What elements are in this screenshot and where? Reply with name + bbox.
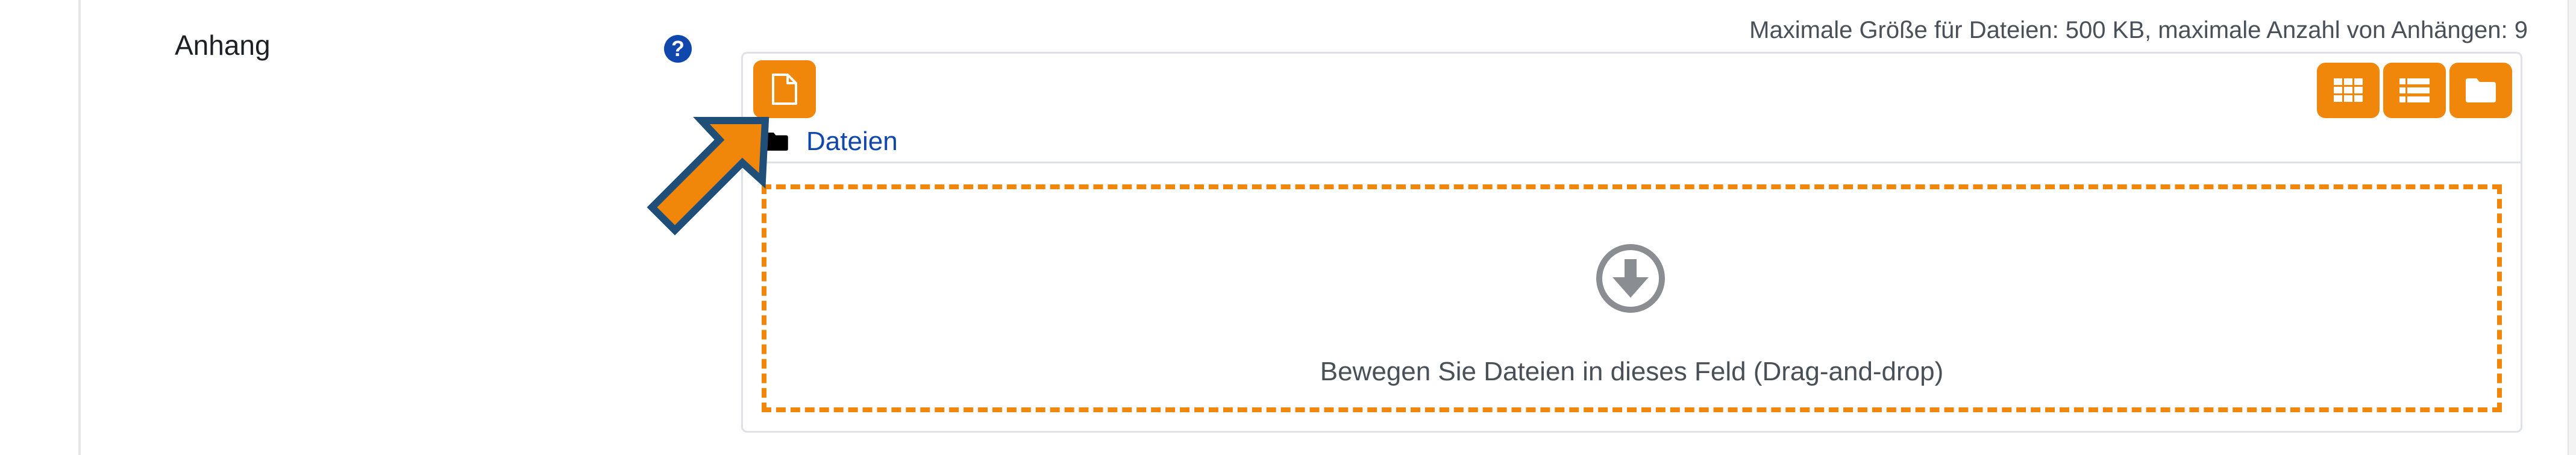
pointer-arrow-icon xyxy=(647,117,769,236)
dropzone-text: Bewegen Sie Dateien in dieses Feld (Drag… xyxy=(1320,357,1944,386)
file-add-icon xyxy=(772,74,797,105)
help-symbol: ? xyxy=(671,36,685,61)
view-icons-button[interactable] xyxy=(2317,63,2380,118)
field-label: Anhang xyxy=(175,30,271,61)
grid-icon xyxy=(2334,78,2363,102)
folder-icon xyxy=(2466,78,2496,102)
list-icon xyxy=(2399,78,2430,102)
download-circle-icon xyxy=(1596,244,1665,313)
scrollbar[interactable] xyxy=(2568,0,2576,455)
path-link-dateien[interactable]: Dateien xyxy=(806,127,898,157)
view-list-button[interactable] xyxy=(2383,63,2446,118)
view-tree-button[interactable] xyxy=(2449,63,2512,118)
toolbar-divider xyxy=(741,162,2522,163)
view-buttons xyxy=(2317,63,2512,118)
question-circle-icon[interactable]: ? xyxy=(664,35,692,63)
max-size-info: Maximale Größe für Dateien: 500 KB, maxi… xyxy=(1749,17,2528,43)
page: Anhang ? Maximale Größe für Dateien: 500… xyxy=(0,0,2576,455)
left-border xyxy=(78,0,81,455)
